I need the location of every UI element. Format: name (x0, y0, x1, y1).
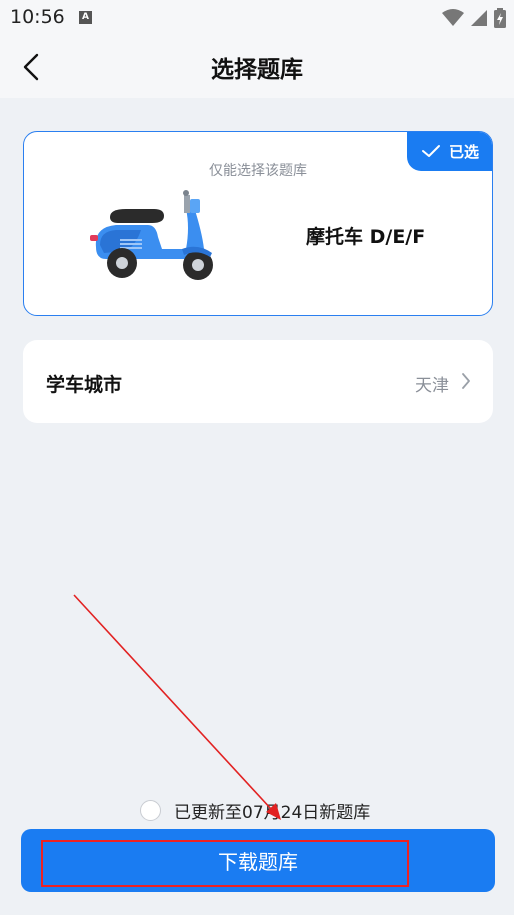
selected-label: 已选 (448, 142, 479, 161)
chevron-right-icon (462, 373, 470, 389)
check-icon (421, 145, 440, 157)
scooter-icon (90, 190, 213, 280)
city-row[interactable]: 学车城市 天津 (23, 340, 493, 423)
bank-name: 摩托车 D/E/F (306, 226, 426, 248)
status-icons (442, 8, 506, 28)
update-note: 已更新至07月24日新题库 (140, 797, 370, 823)
battery-icon (494, 8, 506, 28)
update-text: 已更新至07月24日新题库 (174, 802, 371, 823)
agree-radio[interactable] (140, 799, 161, 821)
city-label: 学车城市 (46, 374, 123, 396)
wifi-icon (442, 9, 464, 26)
notification-icon: A (79, 11, 92, 24)
status-time: 10:56 (10, 6, 65, 28)
download-label: 下载题库 (218, 850, 298, 874)
city-value: 天津 (415, 376, 449, 396)
question-bank-card[interactable]: 已选 仅能选择该题库 摩托车 D/E/F (23, 131, 493, 316)
page-title: 选择题库 (211, 57, 303, 83)
status-bar: 10:56 A (0, 0, 514, 36)
download-button[interactable]: 下载题库 (21, 829, 495, 892)
header: 选择题库 (0, 36, 514, 98)
signal-icon (471, 10, 487, 26)
card-hint: 仅能选择该题库 (209, 163, 307, 179)
